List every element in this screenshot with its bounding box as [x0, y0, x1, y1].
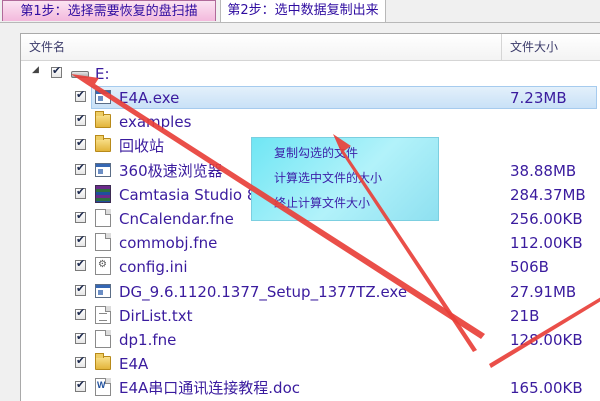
annotation-arrows: [71, 74, 600, 368]
step-tabs: 第1步：选择需要恢复的盘扫描 第2步：选中数据复制出来: [0, 0, 600, 23]
arrow-to-checkbox: [71, 74, 485, 339]
arrow-to-corner: [489, 297, 600, 368]
arrow-to-menu: [333, 134, 477, 352]
file-tree-panel: 文件名 文件大小 ◢ E: E4A.exe7.23MBexamples回收站36…: [20, 33, 600, 401]
tab-step1-scan[interactable]: 第1步：选择需要恢复的盘扫描: [2, 0, 216, 21]
tab-step2-copy[interactable]: 第2步：选中数据复制出来: [220, 0, 386, 22]
